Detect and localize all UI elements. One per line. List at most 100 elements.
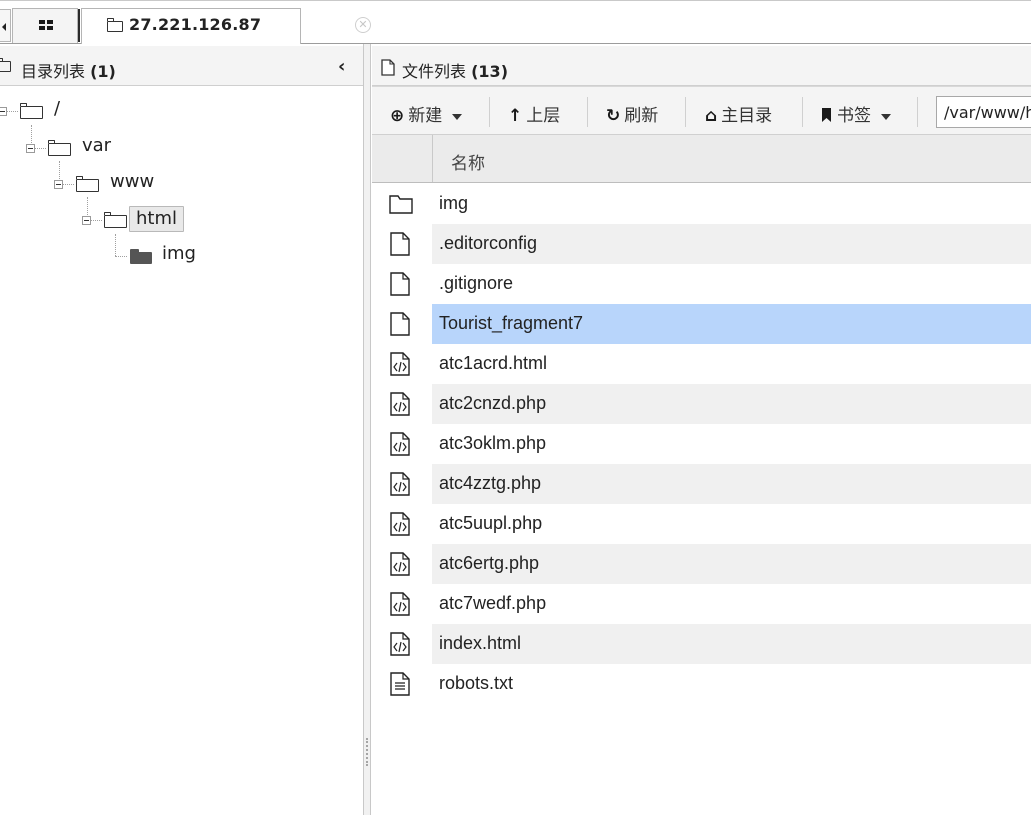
column-header-name[interactable]: 名称 — [451, 149, 485, 174]
file-panel-header: 文件列表 (13) — [372, 46, 1031, 86]
folder-icon — [19, 103, 43, 119]
tab-host[interactable]: 27.221.126.87 ✕ — [81, 8, 371, 45]
code-file-icon — [390, 352, 410, 376]
bookmark-label: 书签 — [837, 106, 871, 126]
plus-circle-icon: ⊕ — [390, 106, 405, 126]
file-icon-cell — [372, 184, 432, 224]
file-row[interactable]: atc2cnzd.php — [372, 384, 1031, 424]
file-name: atc6ertg.php — [439, 553, 540, 573]
splitter-grip[interactable] — [366, 738, 370, 766]
file-grid-header: 名称 — [372, 134, 1031, 183]
file-name-cell: robots.txt — [432, 664, 1031, 704]
tab-host-label: 27.221.126.87 — [129, 15, 262, 34]
close-icon[interactable]: ✕ — [355, 17, 371, 33]
panel-splitter[interactable] — [363, 44, 371, 815]
code-file-icon — [390, 512, 410, 536]
chevron-down-icon — [452, 113, 463, 120]
bookmark-icon — [822, 108, 831, 122]
file-name: .editorconfig — [439, 233, 538, 253]
collapse-toggle-icon[interactable] — [54, 180, 63, 189]
arrow-up-icon: ↑ — [508, 106, 523, 126]
file-row[interactable]: atc7wedf.php — [372, 584, 1031, 624]
toolbar-separator — [917, 97, 918, 127]
up-level-label: 上层 — [526, 106, 561, 126]
file-icon — [390, 272, 410, 296]
folder-icon — [0, 58, 11, 72]
file-row[interactable]: .gitignore — [372, 264, 1031, 304]
code-file-icon — [390, 592, 410, 616]
file-panel: 文件列表 (13) ⊕新建 ↑上层 ↻刷新 ⌂主目录 书签 /var/www/h… — [372, 44, 1031, 815]
file-row[interactable]: atc1acrd.html — [372, 344, 1031, 384]
collapse-toggle-icon[interactable] — [26, 144, 35, 153]
file-name: Tourist_fragment7 — [439, 313, 584, 333]
tree-node-www[interactable]: www — [0, 171, 160, 195]
file-icon — [390, 312, 410, 336]
directory-count: (1) — [90, 62, 116, 81]
up-level-button[interactable]: ↑ 上层 — [508, 101, 560, 126]
folder-icon — [47, 140, 71, 156]
chevron-down-icon — [881, 113, 891, 120]
file-name: atc7wedf.php — [439, 593, 547, 613]
folder-icon — [389, 195, 413, 214]
file-icon-cell — [372, 464, 432, 504]
directory-panel: 目录列表 (1) ‹ / var www html img — [0, 44, 363, 815]
toolbar-separator — [587, 97, 588, 127]
file-name: .gitignore — [439, 273, 514, 293]
file-name: img — [439, 193, 469, 213]
file-name-cell: atc1acrd.html — [432, 344, 1031, 384]
tree-node-root[interactable]: / — [0, 98, 80, 122]
file-row-selected[interactable]: Tourist_fragment7 — [372, 304, 1031, 344]
file-icon-cell — [372, 304, 432, 344]
tree-connector — [115, 256, 127, 257]
tree-node-html[interactable]: html — [0, 206, 190, 232]
file-name-cell: .editorconfig — [432, 224, 1031, 264]
tree-node-label: img — [162, 243, 196, 264]
file-title-text: 文件列表 — [402, 62, 467, 81]
file-name-cell: img — [432, 184, 1031, 224]
file-name-cell: atc2cnzd.php — [432, 384, 1031, 424]
file-row[interactable]: atc4zztg.php — [372, 464, 1031, 504]
new-button[interactable]: ⊕ 新建 — [390, 101, 463, 126]
tab-dashboard[interactable] — [12, 8, 78, 43]
file-icon-cell — [372, 504, 432, 544]
file-row[interactable]: img — [372, 184, 1031, 224]
toolbar-separator — [685, 97, 686, 127]
file-row[interactable]: atc3oklm.php — [372, 424, 1031, 464]
bookmark-button[interactable]: 书签 — [821, 101, 891, 126]
folder-icon — [130, 249, 152, 264]
tree-node-label: var — [82, 135, 112, 156]
file-name-cell: atc3oklm.php — [432, 424, 1031, 464]
tree-connector — [63, 184, 74, 185]
file-name-cell: atc5uupl.php — [432, 504, 1031, 544]
file-row[interactable]: atc5uupl.php — [372, 504, 1031, 544]
file-row[interactable]: .editorconfig — [372, 224, 1031, 264]
home-label: 主目录 — [721, 106, 773, 126]
file-icon-cell — [372, 664, 432, 704]
file-icon-cell — [372, 344, 432, 384]
tab-scroll-left-button[interactable] — [0, 9, 11, 42]
file-name-cell: index.html — [432, 624, 1031, 664]
code-file-icon — [390, 392, 410, 416]
file-icon-cell — [372, 424, 432, 464]
folder-icon — [75, 176, 99, 192]
path-input[interactable]: /var/www/html/ — [936, 96, 1031, 128]
tree-connector — [7, 111, 18, 112]
file-name-cell: atc7wedf.php — [432, 584, 1031, 624]
collapse-toggle-icon[interactable] — [82, 216, 91, 225]
file-row[interactable]: index.html — [372, 624, 1031, 664]
tree-node-img[interactable]: img — [0, 243, 210, 267]
refresh-button[interactable]: ↻ 刷新 — [606, 101, 658, 126]
toolbar-separator — [802, 97, 803, 127]
tree-node-var[interactable]: var — [0, 135, 130, 159]
collapse-toggle-icon[interactable] — [0, 107, 7, 116]
file-row[interactable]: robots.txt — [372, 664, 1031, 704]
collapse-panel-button[interactable]: ‹ — [338, 56, 345, 77]
grid-icon — [39, 20, 53, 30]
file-name: robots.txt — [439, 673, 514, 693]
file-row[interactable]: atc6ertg.php — [372, 544, 1031, 584]
directory-title-text: 目录列表 — [21, 62, 86, 81]
code-file-icon — [390, 432, 410, 456]
file-icon-cell — [372, 224, 432, 264]
home-button[interactable]: ⌂ 主目录 — [705, 101, 772, 126]
new-button-label: 新建 — [408, 106, 443, 126]
